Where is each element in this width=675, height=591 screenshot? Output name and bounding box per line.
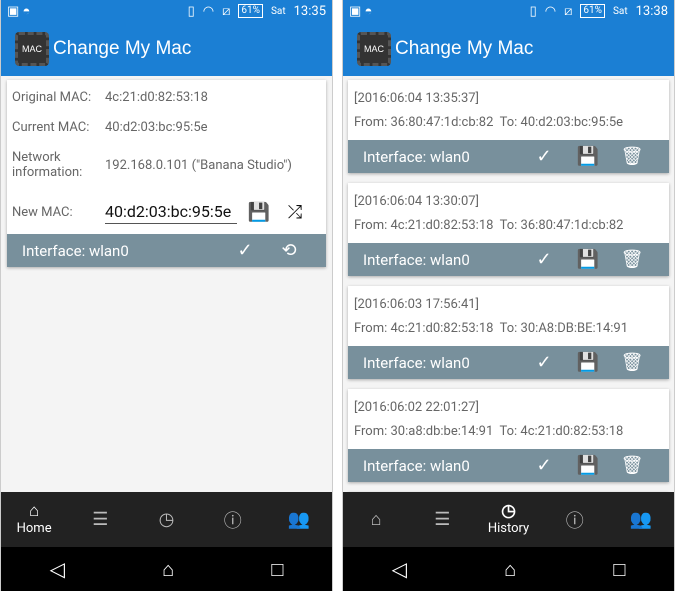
nav-people-icon[interactable]: 👥 [266, 509, 332, 530]
interface-label: Interface: wlan0 [363, 250, 470, 269]
interface-label: Interface: wlan0 [22, 241, 129, 260]
history-item: [2016:06:03 17:56:41] From: 4c:21:d0:82:5… [348, 286, 669, 379]
network-value: 192.168.0.101 ("Banana Studio") [105, 157, 292, 173]
interface-label: Interface: wlan0 [363, 147, 470, 166]
nav-people-icon[interactable]: 👥 [608, 509, 674, 530]
no-sim-icon: ⧄ [564, 3, 573, 19]
history-date: [2016:06:04 13:35:37] [354, 91, 479, 106]
wifi-icon: ◠ [544, 3, 557, 19]
delete-icon[interactable]: 🗑 [610, 352, 654, 373]
shuffle-icon[interactable]: ⤮ [277, 202, 313, 223]
interface-label: Interface: wlan0 [363, 456, 470, 475]
status-bar: ▣ ◓ ▯ ◠ ⧄ 61% Sat 13:35 [1, 0, 332, 22]
status-time: 13:38 [635, 3, 668, 19]
apply-check-icon[interactable]: ✓ [522, 249, 566, 270]
home-sys-icon[interactable]: ⌂ [162, 557, 174, 582]
nav-list-icon[interactable]: ☰ [409, 509, 475, 530]
restore-icon[interactable]: ⟲ [267, 240, 311, 261]
apply-check-icon[interactable]: ✓ [522, 146, 566, 167]
history-change: From: 30:a8:db:be:14:91 To: 4c:21:d0:82:… [354, 424, 624, 439]
apply-check-icon[interactable]: ✓ [522, 455, 566, 476]
nav-home[interactable]: ⌂ Home [1, 502, 67, 538]
current-mac-value: 40:d2:03:bc:95:5e [105, 120, 208, 135]
status-day: Sat [270, 5, 286, 17]
app-title: Change My Mac [395, 38, 534, 59]
history-change: From: 4c:21:d0:82:53:18 To: 30:A8:DB:BE:… [354, 321, 629, 336]
home-sys-icon[interactable]: ⌂ [504, 557, 516, 582]
apply-check-icon[interactable]: ✓ [522, 352, 566, 373]
back-icon[interactable]: ◁ [392, 557, 407, 581]
nav-history-label: History [487, 520, 530, 536]
app-title: Change My Mac [53, 38, 192, 59]
home-icon: ⌂ [28, 500, 40, 521]
history-list: [2016:06:04 13:35:37] From: 36:80:47:1d:c… [343, 76, 674, 512]
history-screen: ▣ ◓ ▯ ◠ ⧄ 61% Sat 13:38 MAC Change My Mac [201… [342, 0, 675, 591]
history-item: [2016:06:02 22:01:27] From: 30:a8:db:be:1… [348, 389, 669, 482]
delete-icon[interactable]: 🗑 [610, 455, 654, 476]
original-mac-label: Original MAC: [12, 90, 92, 105]
app-bar: MAC Change My Mac [343, 22, 674, 76]
no-sim-icon: ⧄ [222, 3, 231, 19]
recents-icon[interactable]: □ [271, 557, 283, 582]
bottom-nav: ⌂ ☰ ◷ History ⓘ 👥 [343, 492, 674, 547]
system-nav: ◁ ⌂ □ [343, 547, 674, 591]
app-logo: MAC [15, 32, 49, 66]
history-date: [2016:06:02 22:01:27] [354, 400, 479, 415]
history-item: [2016:06:04 13:35:37] From: 36:80:47:1d:c… [348, 80, 669, 173]
nav-home-label: Home [16, 520, 52, 536]
save-icon[interactable]: 💾 [566, 352, 610, 373]
clipboard-icon: ▣ [349, 3, 362, 19]
apply-check-icon[interactable]: ✓ [223, 240, 267, 261]
history-icon: ◷ [501, 500, 516, 521]
nav-history-icon[interactable]: ◷ [133, 509, 199, 530]
original-mac-value: 4c:21:d0:82:53:18 [105, 90, 208, 105]
nav-history[interactable]: ◷ History [475, 502, 541, 538]
current-mac-label: Current MAC: [12, 120, 90, 135]
nav-home-icon[interactable]: ⌂ [343, 509, 409, 530]
vibrate-icon: ▯ [187, 3, 195, 19]
nav-help-icon[interactable]: ⓘ [542, 507, 608, 533]
battery-icon: 61% [580, 4, 605, 18]
nav-help-icon[interactable]: ⓘ [200, 507, 266, 533]
save-icon[interactable]: 💾 [241, 202, 277, 223]
history-change: From: 4c:21:d0:82:53:18 To: 36:80:47:1d:… [354, 218, 624, 233]
network-label: Network information: [12, 150, 83, 180]
interface-label: Interface: wlan0 [363, 353, 470, 372]
home-screen: ▣ ◓ ▯ ◠ ⧄ 61% Sat 13:35 MAC Change My Mac Orig… [0, 0, 333, 591]
recents-icon[interactable]: □ [613, 557, 625, 582]
status-time: 13:35 [293, 3, 326, 19]
android-icon: ◓ [364, 4, 373, 19]
back-icon[interactable]: ◁ [50, 557, 65, 581]
status-day: Sat [612, 5, 628, 17]
app-logo: MAC [357, 32, 391, 66]
interface-bar: Interface: wlan0 ✓ ⟲ [7, 234, 326, 267]
delete-icon[interactable]: 🗑 [610, 249, 654, 270]
battery-icon: 61% [238, 4, 263, 18]
history-item: [2016:06:04 13:30:07] From: 4c:21:d0:82:5… [348, 183, 669, 276]
nav-list-icon[interactable]: ☰ [67, 509, 133, 530]
system-nav: ◁ ⌂ □ [1, 547, 332, 591]
new-mac-label: New MAC: [12, 204, 73, 220]
mac-info-card: Original MAC: 4c:21:d0:82:53:18 Current M… [7, 80, 326, 267]
wifi-icon: ◠ [202, 3, 215, 19]
bottom-nav: ⌂ Home ☰ ◷ ⓘ 👥 [1, 492, 332, 547]
history-date: [2016:06:04 13:30:07] [354, 194, 479, 209]
app-bar: MAC Change My Mac [1, 22, 332, 76]
history-change: From: 36:80:47:1d:cb:82 To: 40:d2:03:bc:… [354, 115, 624, 130]
vibrate-icon: ▯ [529, 3, 537, 19]
history-date: [2016:06:03 17:56:41] [354, 297, 479, 312]
new-mac-input[interactable]: 40:d2:03:bc:95:5e [105, 200, 237, 224]
clipboard-icon: ▣ [7, 3, 20, 19]
save-icon[interactable]: 💾 [566, 249, 610, 270]
save-icon[interactable]: 💾 [566, 146, 610, 167]
status-bar: ▣ ◓ ▯ ◠ ⧄ 61% Sat 13:38 [343, 0, 674, 22]
android-icon: ◓ [22, 4, 31, 19]
save-icon[interactable]: 💾 [566, 455, 610, 476]
delete-icon[interactable]: 🗑 [610, 146, 654, 167]
